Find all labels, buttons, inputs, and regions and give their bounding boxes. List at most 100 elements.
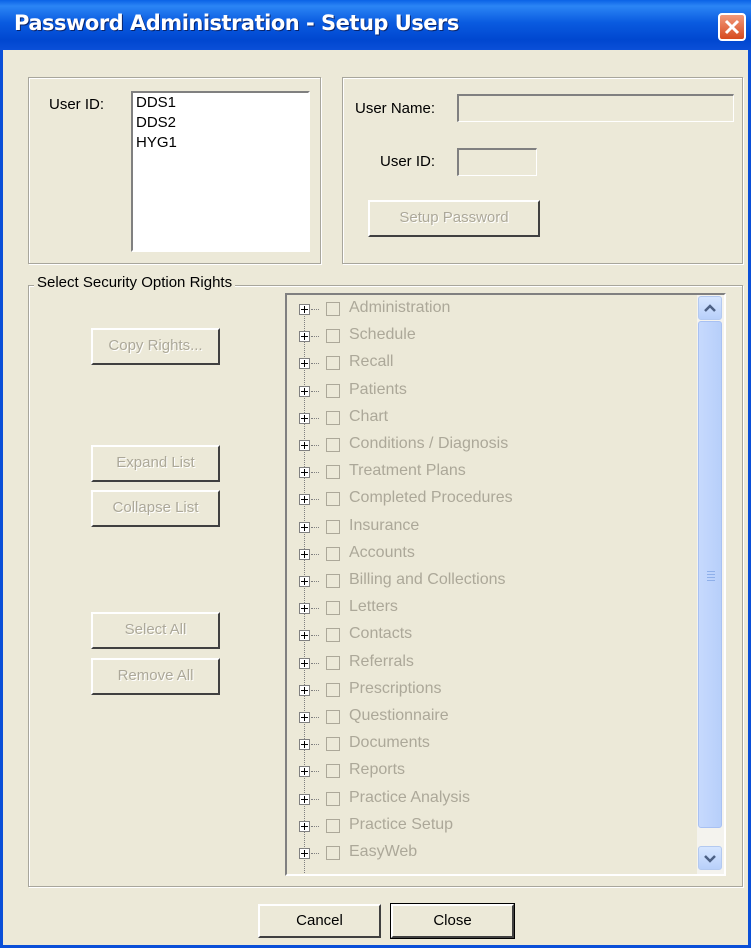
tree-item[interactable]: Contacts: [287, 624, 697, 651]
tree-branch-line: [311, 771, 319, 773]
tree-item-label: Treatment Plans: [349, 462, 466, 480]
expand-plus-icon[interactable]: [299, 576, 310, 587]
tree-item-checkbox[interactable]: [326, 410, 340, 425]
collapse-list-button[interactable]: Collapse List: [91, 490, 220, 527]
tree-item-checkbox[interactable]: [326, 492, 340, 507]
tree-item-checkbox[interactable]: [326, 628, 340, 643]
expand-plus-icon[interactable]: [299, 657, 310, 669]
tree-item[interactable]: Documents: [287, 733, 697, 760]
user-list-item[interactable]: HYG1: [133, 133, 308, 153]
expand-plus-icon[interactable]: [299, 820, 310, 832]
users-group: User ID: DDS1 DDS2 HYG1: [28, 77, 321, 264]
expand-plus-icon[interactable]: [299, 358, 310, 370]
close-label: Close: [433, 912, 472, 929]
tree-item[interactable]: Schedule: [287, 325, 697, 352]
expand-plus-icon[interactable]: [299, 304, 310, 315]
cancel-label: Cancel: [296, 912, 343, 929]
tree-item[interactable]: Administration: [287, 298, 697, 325]
window-title: Password Administration - Setup Users: [14, 11, 459, 35]
security-options-tree[interactable]: Administration Schedule Recall Patients Char…: [285, 293, 726, 876]
expand-plus-icon[interactable]: [299, 548, 310, 560]
tree-item[interactable]: Accounts: [287, 543, 697, 570]
title-bar[interactable]: Password Administration - Setup Users: [0, 0, 751, 50]
tree-item-checkbox[interactable]: [326, 764, 340, 779]
tree-item-checkbox[interactable]: [326, 818, 340, 833]
expand-plus-icon[interactable]: [299, 440, 310, 451]
close-button[interactable]: Close: [390, 903, 515, 939]
expand-plus-icon[interactable]: [299, 793, 310, 805]
cancel-button[interactable]: Cancel: [258, 904, 381, 938]
tree-item-checkbox[interactable]: [326, 737, 340, 752]
expand-plus-icon[interactable]: [299, 412, 310, 424]
expand-plus-icon[interactable]: [299, 521, 310, 533]
user-name-field[interactable]: [457, 94, 734, 122]
tree-item-checkbox[interactable]: [326, 682, 340, 697]
tree-item-checkbox[interactable]: [326, 601, 340, 616]
tree-item[interactable]: Billing and Collections: [287, 570, 697, 597]
scroll-down-button[interactable]: [698, 846, 722, 870]
expand-plus-icon[interactable]: [299, 712, 310, 723]
tree-item-checkbox[interactable]: [326, 574, 340, 588]
tree-scrollbar[interactable]: [697, 295, 724, 874]
expand-plus-icon[interactable]: [299, 848, 310, 859]
expand-plus-icon[interactable]: [299, 739, 310, 751]
tree-item[interactable]: Letters: [287, 597, 697, 624]
tree-item-checkbox[interactable]: [326, 791, 340, 806]
remove-all-button[interactable]: Remove All: [91, 658, 220, 695]
tree-item[interactable]: Reports: [287, 760, 697, 787]
user-list-item[interactable]: DDS2: [133, 113, 308, 133]
tree-item[interactable]: Practice Setup: [287, 815, 697, 842]
expand-plus-icon[interactable]: [299, 630, 310, 642]
tree-item-checkbox[interactable]: [326, 383, 340, 398]
tree-item-label: Practice Analysis: [349, 788, 470, 806]
expand-plus-icon[interactable]: [299, 684, 310, 696]
chevron-down-icon: [704, 855, 716, 863]
tree-item-checkbox[interactable]: [326, 329, 340, 344]
tree-item[interactable]: Treatment Plans: [287, 461, 697, 488]
tree-item[interactable]: Insurance: [287, 516, 697, 543]
tree-item[interactable]: Practice Analysis: [287, 788, 697, 815]
tree-item[interactable]: Completed Procedures: [287, 488, 697, 515]
setup-password-button[interactable]: Setup Password: [368, 200, 540, 237]
expand-plus-icon[interactable]: [299, 494, 310, 506]
scroll-thumb[interactable]: [698, 321, 722, 828]
tree-item[interactable]: Questionnaire: [287, 706, 697, 733]
expand-list-button[interactable]: Expand List: [91, 445, 220, 482]
tree-item-checkbox[interactable]: [326, 302, 340, 316]
tree-item-checkbox[interactable]: [326, 655, 340, 670]
select-all-button[interactable]: Select All: [91, 612, 220, 649]
expand-plus-icon[interactable]: [299, 467, 310, 479]
tree-branch-line: [311, 390, 319, 392]
user-id-listbox[interactable]: DDS1 DDS2 HYG1: [131, 91, 310, 252]
tree-branch-line: [311, 717, 319, 718]
expand-plus-icon[interactable]: [299, 385, 310, 397]
tree-item-checkbox[interactable]: [326, 519, 340, 534]
scroll-up-button[interactable]: [698, 296, 722, 320]
tree-item-label: Contacts: [349, 625, 413, 643]
tree-item[interactable]: Patients: [287, 380, 697, 407]
tree-branch-line: [311, 744, 319, 746]
copy-rights-button[interactable]: Copy Rights...: [91, 328, 220, 365]
tree-item[interactable]: Conditions / Diagnosis: [287, 434, 697, 461]
tree-item[interactable]: EasyWeb: [287, 842, 697, 869]
tree-item[interactable]: Chart: [287, 407, 697, 434]
tree-item-checkbox[interactable]: [326, 546, 340, 561]
tree-item-label: Schedule: [349, 326, 416, 344]
user-list-item[interactable]: DDS1: [133, 93, 308, 113]
user-id-field[interactable]: [457, 148, 537, 176]
tree-item-checkbox[interactable]: [326, 356, 340, 371]
tree-item-checkbox[interactable]: [326, 846, 340, 860]
tree-item-checkbox[interactable]: [326, 438, 340, 452]
tree-item[interactable]: Prescriptions: [287, 679, 697, 706]
window-close-button[interactable]: [718, 13, 746, 41]
tree-branch-line: [311, 689, 319, 691]
expand-plus-icon[interactable]: [299, 766, 310, 778]
expand-plus-icon[interactable]: [299, 603, 310, 615]
tree-item-checkbox[interactable]: [326, 710, 340, 724]
tree-item-checkbox[interactable]: [326, 465, 340, 480]
expand-plus-icon[interactable]: [299, 331, 310, 343]
tree-branch-line: [311, 309, 319, 310]
tree-item[interactable]: Referrals: [287, 652, 697, 679]
setup-password-label: Setup Password: [399, 209, 509, 226]
tree-item[interactable]: Recall: [287, 352, 697, 379]
